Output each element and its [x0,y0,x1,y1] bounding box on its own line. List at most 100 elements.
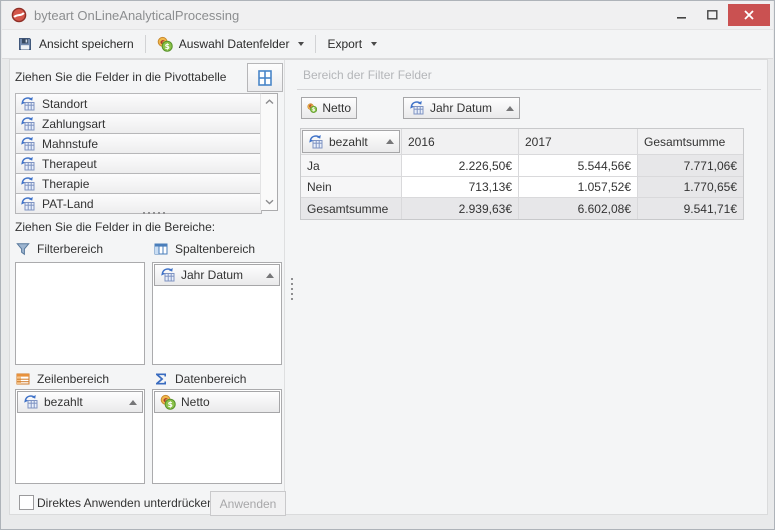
app-window: byteart OnLineAnalyticalProcessing [0,0,775,530]
field-icon [23,394,39,410]
field-list-scrollbar[interactable] [260,94,277,210]
field-list-item[interactable]: Mahnstufe [15,133,262,154]
field-list-item[interactable]: Standort [15,93,262,114]
rows-table-icon [15,371,31,387]
scroll-up-button[interactable] [261,94,277,110]
pivot-value-cell: 2.226,50€ [402,155,519,177]
sort-asc-icon [506,106,514,111]
toolbar-separator [315,35,316,53]
field-icon [20,116,36,132]
pivot-total-cell: 2.939,63€ [402,198,519,219]
save-view-button[interactable]: Ansicht speichern [9,32,142,56]
save-icon [17,36,33,52]
pivot-total-cell: 6.602,08€ [519,198,638,219]
pivot-data-field-button-netto[interactable]: Netto [301,97,357,119]
pivot-column-header[interactable]: 2017 [519,129,638,155]
chevron-up-icon [265,99,274,105]
field-icon [20,136,36,152]
vertical-splitter-handle[interactable] [291,278,293,300]
pivot-grand-total-cell: 9.541,71€ [638,198,743,219]
pivot-row-header[interactable]: Ja [301,155,402,177]
pivot-row-header[interactable]: Gesamtsumme [301,198,402,219]
field-icon [20,176,36,192]
field-list: Standort Zahlungsart Mahnstufe Therapeut… [15,93,278,211]
drag-to-pivot-label: Ziehen Sie die Felder in die Pivottabell… [15,70,226,84]
minimize-button[interactable] [666,4,697,26]
content-area: Ziehen Sie die Felder in die Pivottabell… [9,59,768,515]
pivot-row-field-label: bezahlt [329,135,368,149]
pivot-column-field-button-jahr-datum[interactable]: Jahr Datum [403,97,520,119]
rows-area-label: Zeilenbereich [37,372,109,386]
toolbar-separator [145,35,146,53]
field-list-item[interactable]: PAT-Land [15,193,262,214]
field-label: Mahnstufe [42,137,98,151]
field-list-item[interactable]: Therapie [15,173,262,194]
coins-icon [307,100,317,116]
filter-funnel-icon [15,241,31,257]
columns-table-icon [153,241,169,257]
data-field-item-netto[interactable]: Netto [154,391,280,413]
field-label: Zahlungsart [42,117,105,131]
select-datafields-button[interactable]: Auswahl Datenfelder [149,32,313,56]
filter-area-header: Filterbereich [15,241,103,257]
filter-area-label: Filterbereich [37,242,103,256]
pivot-total-cell: 1.770,65€ [638,177,743,198]
pivot-table: bezahlt 2016 2017 Gesamtsumme Ja 2.226,5… [300,128,744,220]
layout-button[interactable] [247,63,283,92]
horizontal-splitter-handle[interactable] [143,212,165,214]
data-area-header: Datenbereich [153,371,246,387]
field-icon [20,96,36,112]
pivot-row-field-cell: bezahlt [301,129,402,155]
filter-area-dropzone[interactable] [15,262,145,365]
columns-area-dropzone[interactable]: Jahr Datum [152,262,282,365]
field-label: Therapie [42,177,89,191]
column-field-label: Jahr Datum [181,268,243,282]
scroll-down-button[interactable] [261,194,277,210]
columns-area-label: Spaltenbereich [175,242,255,256]
pivot-column-header[interactable]: 2016 [402,129,519,155]
pivot-row-header[interactable]: Nein [301,177,402,198]
data-area-label: Datenbereich [175,372,246,386]
field-list-item[interactable]: Therapeut [15,153,262,174]
pivot-value-cell: 5.544,56€ [519,155,638,177]
close-button[interactable] [728,4,770,26]
minimize-icon [677,10,687,20]
title-bar: byteart OnLineAnalyticalProcessing [2,1,773,30]
pivot-value-cell: 713,13€ [402,177,519,198]
data-field-label: Netto [181,395,210,409]
pivot-row-field-button-bezahlt[interactable]: bezahlt [302,130,400,153]
export-button[interactable]: Export [319,32,385,56]
apply-button[interactable]: Anwenden [210,491,286,516]
main-toolbar: Ansicht speichern Auswahl Datenfelder Ex… [2,30,773,59]
rows-area-dropzone[interactable]: bezahlt [15,389,145,484]
pivot-value-cell: 1.057,52€ [519,177,638,198]
suppress-apply-checkbox[interactable] [19,495,34,510]
layout-grid-icon [256,69,274,87]
field-list-item[interactable]: Zahlungsart [15,113,262,134]
pivot-column-field-label: Jahr Datum [430,101,492,115]
field-icon [409,100,425,116]
pivot-column-header[interactable]: Gesamtsumme [638,129,743,155]
panel-divider [284,60,285,514]
field-label: Standort [42,97,87,111]
data-area-dropzone[interactable]: Netto [152,389,282,484]
column-field-item-jahr-datum[interactable]: Jahr Datum [154,264,280,286]
suppress-apply-label: Direktes Anwenden unterdrücken [37,496,214,510]
close-icon [744,10,754,20]
drag-to-areas-label: Ziehen Sie die Felder in die Bereiche: [15,220,215,234]
field-icon [308,134,324,150]
sort-asc-icon [266,273,274,278]
sigma-icon [153,371,169,387]
sort-asc-icon [129,400,137,405]
sort-asc-icon [386,139,394,144]
pivot-total-cell: 7.771,06€ [638,155,743,177]
filter-fields-placeholder: Bereich der Filter Felder [303,68,432,82]
app-icon [11,7,27,23]
maximize-button[interactable] [697,4,728,26]
coins-icon [160,394,176,410]
filter-fields-drop-area[interactable]: Bereich der Filter Felder [297,60,761,90]
apply-button-label: Anwenden [220,497,277,511]
chevron-down-icon [265,199,274,205]
chevron-down-icon [298,42,304,46]
row-field-item-bezahlt[interactable]: bezahlt [17,391,143,413]
